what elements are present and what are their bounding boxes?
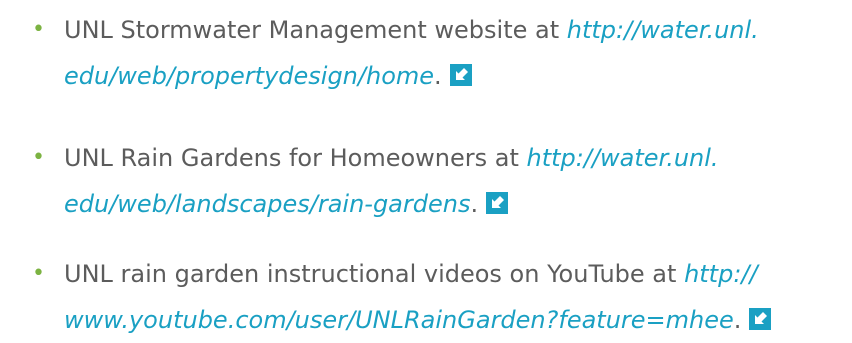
external-link-icon[interactable] xyxy=(449,64,472,86)
external-link-icon[interactable] xyxy=(486,192,509,214)
resource-link-line1: http://water.unl. xyxy=(566,16,759,44)
resource-description: UNL Rain Gardens for Homeowners at xyxy=(64,144,527,172)
list-item-text: UNL Stormwater Management website at htt… xyxy=(64,7,832,99)
resource-link-line2: edu/web/propertydesign/home xyxy=(64,62,435,90)
list-item: • UNL rain garden instructional videos o… xyxy=(32,251,832,343)
bullet: • xyxy=(32,145,45,170)
list-item-text: UNL Rain Gardens for Homeowners at http:… xyxy=(64,135,832,227)
trailing-period: . xyxy=(733,306,742,334)
resource-description: UNL rain garden instructional videos on … xyxy=(64,260,685,288)
resource-link-line1: http:// xyxy=(684,260,758,288)
list-item: • UNL Rain Gardens for Homeowners at htt… xyxy=(32,135,832,227)
list-item: • UNL Stormwater Management website at h… xyxy=(32,7,832,99)
external-link-icon[interactable] xyxy=(749,308,772,330)
bullet: • xyxy=(32,17,45,42)
list-item-text: UNL rain garden instructional videos on … xyxy=(64,251,832,343)
trailing-period: . xyxy=(470,190,479,218)
bullet: • xyxy=(32,261,45,286)
trailing-period: . xyxy=(434,62,442,90)
resource-description: UNL Stormwater Management website at xyxy=(64,16,567,44)
resource-link-line1: http://water.unl. xyxy=(526,144,719,172)
resource-link-line2: www.youtube.com/user/UNLRainGarden?featu… xyxy=(64,306,734,334)
resource-list: • UNL Stormwater Management website at h… xyxy=(0,0,852,337)
resource-link-line2: edu/web/landscapes/rain-gardens xyxy=(64,190,471,218)
